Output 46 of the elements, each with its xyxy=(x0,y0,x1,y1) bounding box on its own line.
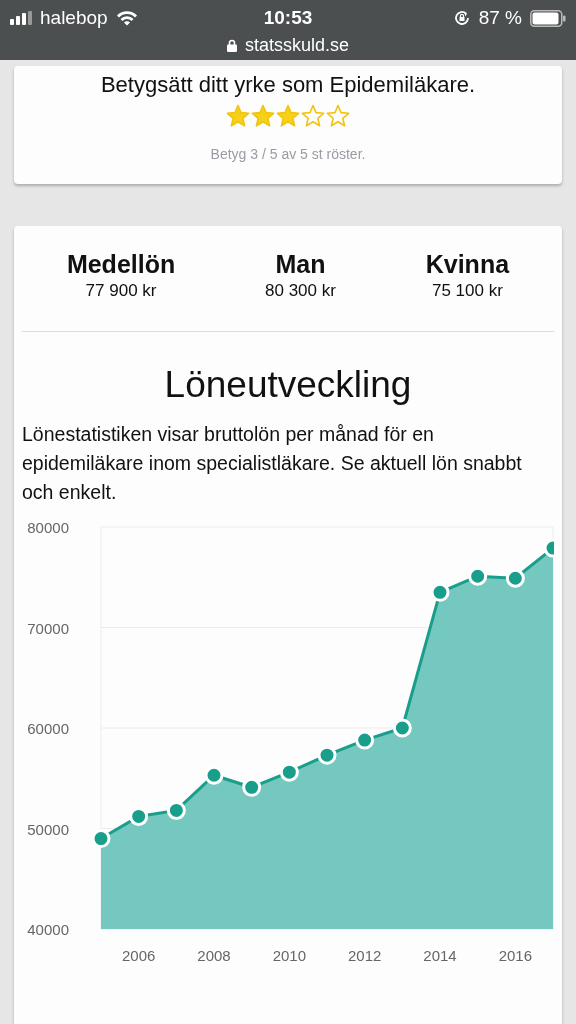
data-point xyxy=(392,718,412,738)
y-axis-label: 60000 xyxy=(27,720,69,737)
battery-icon xyxy=(530,9,566,27)
salary-value: 80 300 kr xyxy=(265,281,336,301)
filled-star-icon[interactable] xyxy=(276,104,300,128)
filled-star-icon[interactable] xyxy=(226,104,250,128)
y-axis-label: 70000 xyxy=(27,619,69,637)
salary-label: Kvinna xyxy=(425,250,510,279)
y-axis-label: 50000 xyxy=(27,820,69,838)
data-point xyxy=(166,800,186,820)
data-point xyxy=(543,538,554,558)
x-axis-label: 2006 xyxy=(122,947,156,964)
rotation-lock-icon xyxy=(452,9,471,27)
salary-label: Man xyxy=(275,250,326,279)
x-axis-label: 2010 xyxy=(272,947,306,964)
empty-star-icon[interactable] xyxy=(326,104,350,128)
filled-star-icon[interactable] xyxy=(251,104,275,128)
salary-label: Medellön xyxy=(66,250,176,279)
url-text[interactable]: statsskuld.se xyxy=(244,34,349,56)
rating-summary: Betyg 3 / 5 av 5 st röster. xyxy=(210,146,366,162)
data-point xyxy=(242,777,262,797)
data-point xyxy=(91,829,111,849)
rating-title: Betygsätt ditt yrke som Epidemiläkare. xyxy=(100,72,476,98)
x-axis-label: 2014 xyxy=(423,947,457,964)
x-axis-label: 2012 xyxy=(348,947,382,964)
data-point xyxy=(355,730,375,750)
y-axis-label: 40000 xyxy=(27,921,69,938)
section-heading: Löneutveckling xyxy=(163,364,413,406)
carrier-name: halebop xyxy=(40,7,108,29)
clock: 10:53 xyxy=(263,7,313,29)
x-axis-label: 2008 xyxy=(197,947,231,964)
battery-percent: 87 % xyxy=(478,7,522,29)
data-point xyxy=(279,762,299,782)
data-point xyxy=(430,582,450,602)
x-axis-label: 2016 xyxy=(498,947,532,964)
wifi-icon xyxy=(115,10,138,26)
data-point xyxy=(317,745,337,765)
data-point xyxy=(505,568,525,588)
data-point xyxy=(468,566,488,586)
y-axis-label: 80000 xyxy=(27,519,69,536)
data-point xyxy=(204,765,224,785)
description-text: Lönestatistiken visar bruttolön per månad för en epidemiläkare inom specialistläkare. Se aktuell lön snabbt och enkelt. xyxy=(22,422,523,505)
signal-icon xyxy=(10,11,32,25)
salary-value: 75 100 kr xyxy=(431,281,503,301)
lock-icon xyxy=(226,38,237,52)
salary-value: 77 900 kr xyxy=(85,281,157,301)
